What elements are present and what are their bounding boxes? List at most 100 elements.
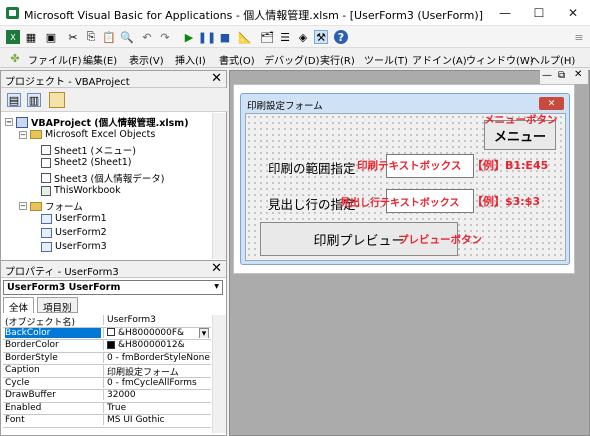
properties-scrollbar[interactable] <box>212 315 226 433</box>
tree-node-label: UserForm2 <box>55 227 107 238</box>
toolbox-icon[interactable]: ⚒ <box>314 30 328 44</box>
collapse-icon[interactable]: − <box>19 202 27 210</box>
find-icon[interactable]: 🔍 <box>120 30 134 44</box>
project-pane-toolbar: ▤ ▥ <box>1 88 228 112</box>
menu-view[interactable]: 表示(V) <box>129 52 164 67</box>
annotation-range-example: 【例】B1:E45 <box>472 159 549 172</box>
project-explorer-icon[interactable]: 🗂 <box>260 30 274 44</box>
tree-node-label: ThisWorkbook <box>54 185 121 196</box>
paste-icon[interactable]: 📋 <box>102 30 116 44</box>
form-caption: 印刷設定フォーム <box>247 101 323 112</box>
save-icon[interactable]: ▣ <box>44 30 58 44</box>
close-window-button[interactable]: ✕ <box>556 0 590 26</box>
object-browser-icon[interactable]: ◈ <box>296 30 310 44</box>
project-explorer-pane: プロジェクト - VBAProject ✕ ▤ ▥ − VBAProject (… <box>0 70 228 261</box>
minimize-button[interactable]: — <box>488 0 522 26</box>
tree-node-userform3[interactable]: UserForm3 <box>41 241 107 252</box>
title-bar: Microsoft Visual Basic for Applications … <box>0 0 590 26</box>
close-properties-pane-icon[interactable]: ✕ <box>211 261 222 276</box>
properties-pane: プロパティ - UserForm3 ✕ UserForm3 UserForm ▾… <box>0 260 227 436</box>
menu-debug[interactable]: デバッグ(D) <box>264 52 320 67</box>
menu-edit[interactable]: 編集(E) <box>83 52 117 67</box>
excel-view-icon[interactable]: X <box>6 30 20 44</box>
menu-format[interactable]: 書式(O) <box>219 52 255 67</box>
annotation-title-textbox: 見出し行テキストボックス <box>340 198 460 209</box>
property-row[interactable]: BorderColor &H80000012& <box>3 340 211 353</box>
menu-run[interactable]: 実行(R) <box>320 52 355 67</box>
sheet-icon <box>41 173 51 183</box>
tree-node-thisworkbook[interactable]: ThisWorkbook <box>41 185 121 196</box>
help-icon[interactable]: ? <box>334 30 348 44</box>
standard-toolbar: X ▦ ▣ ✂ ⎘ 📋 🔍 ↶ ↷ ▶ ❚❚ ■ 📐 🗂 ☰ ◈ ⚒ ? ≡ <box>0 26 590 48</box>
tree-node-userform1[interactable]: UserForm1 <box>41 213 107 224</box>
tree-node-userform2[interactable]: UserForm2 <box>41 227 107 238</box>
color-swatch <box>107 340 115 349</box>
project-scrollbar[interactable] <box>212 113 226 259</box>
properties-window-icon[interactable]: ☰ <box>278 30 292 44</box>
annotation-menu-button: メニューボタン <box>484 114 558 126</box>
color-swatch <box>107 328 115 336</box>
menu-insert[interactable]: 挿入(I) <box>175 52 206 67</box>
property-row[interactable]: Caption 印刷設定フォーム <box>3 365 211 378</box>
mdi-minimize-icon[interactable]: — <box>542 70 552 81</box>
object-selector[interactable]: UserForm3 UserForm ▾ <box>3 280 223 295</box>
menu-addins[interactable]: アドイン(A) <box>412 52 467 67</box>
undo-icon[interactable]: ↶ <box>140 30 154 44</box>
chevron-down-icon[interactable]: ▾ <box>199 327 209 338</box>
redo-icon[interactable]: ↷ <box>158 30 172 44</box>
property-row[interactable]: BorderStyle 0 - fmBorderStyleNone <box>3 352 211 365</box>
view-code-icon[interactable]: ▤ <box>7 93 21 107</box>
folder-icon <box>30 130 42 139</box>
toolbar-options-icon[interactable]: ≡ <box>572 30 586 44</box>
property-row[interactable]: BackColor &H8000000F& ▾ <box>3 327 211 340</box>
mdi-close-icon[interactable]: ✕ <box>574 69 582 80</box>
userform-icon <box>41 241 52 252</box>
view-object-icon[interactable]: ▥ <box>27 93 41 107</box>
break-icon[interactable]: ❚❚ <box>198 30 216 44</box>
tree-node-label: UserForm1 <box>55 213 107 224</box>
tree-node-label: Sheet2 (Sheet1) <box>54 157 132 168</box>
design-mode-icon[interactable]: 📐 <box>238 30 252 44</box>
annotation-range-textbox: 印刷テキストボックス <box>357 160 462 172</box>
vba-menu-icon: ✤ <box>10 51 20 65</box>
tree-node-vbaproject[interactable]: − VBAProject (個人情報管理.xlsm) <box>5 115 189 129</box>
toggle-folders-icon[interactable] <box>49 92 65 108</box>
project-pane-title: プロジェクト - VBAProject <box>5 77 130 88</box>
tree-node-sheet1[interactable]: Sheet1 (メニュー) <box>41 143 136 157</box>
property-row[interactable]: Font MS UI Gothic <box>3 415 211 428</box>
property-row[interactable]: Enabled True <box>3 402 211 415</box>
run-icon[interactable]: ▶ <box>182 30 196 44</box>
mdi-window-controls: — ⧉ ✕ <box>540 69 588 84</box>
tree-node-forms[interactable]: − フォーム <box>19 199 83 213</box>
menu-window[interactable]: ウィンドウ(W) <box>466 52 534 67</box>
object-selector-value: UserForm3 UserForm <box>7 282 121 293</box>
maximize-button[interactable]: ☐ <box>522 0 556 26</box>
property-row[interactable]: Cycle 0 - fmCycleAllForms <box>3 377 211 390</box>
tree-node-sheet3[interactable]: Sheet3 (個人情報データ) <box>41 171 164 185</box>
insert-userform-icon[interactable]: ▦ <box>24 30 38 44</box>
chevron-down-icon[interactable]: ▾ <box>214 281 219 292</box>
property-row[interactable]: (オブジェクト名) UserForm3 <box>3 315 211 328</box>
tab-alphabetic[interactable]: 全体 <box>3 297 35 314</box>
collapse-icon[interactable]: − <box>5 118 13 126</box>
reset-icon[interactable]: ■ <box>218 30 232 44</box>
menu-tools[interactable]: ツール(T) <box>364 52 408 67</box>
cut-icon[interactable]: ✂ <box>66 30 80 44</box>
menu-help[interactable]: ヘルプ(H) <box>530 52 575 67</box>
sheet-icon <box>41 145 51 155</box>
userform-icon <box>41 227 52 238</box>
folder-icon <box>30 201 42 211</box>
collapse-icon[interactable]: − <box>19 130 27 139</box>
close-project-pane-icon[interactable]: ✕ <box>211 71 222 86</box>
workbook-icon <box>41 185 51 196</box>
form-close-icon[interactable]: ✕ <box>539 97 564 110</box>
copy-icon[interactable]: ⎘ <box>84 30 98 44</box>
tree-node-label: Microsoft Excel Objects <box>45 129 156 140</box>
menu-file[interactable]: ファイル(F) <box>28 52 82 67</box>
property-row[interactable]: DrawBuffer 32000 <box>3 390 211 403</box>
mdi-restore-icon[interactable]: ⧉ <box>558 70 565 81</box>
properties-pane-header: プロパティ - UserForm3 ✕ <box>1 261 226 278</box>
tree-node-sheet2[interactable]: Sheet2 (Sheet1) <box>41 157 131 168</box>
tree-node-excel-objects[interactable]: − Microsoft Excel Objects <box>19 129 155 140</box>
tab-categorized[interactable]: 項目別 <box>37 297 78 314</box>
